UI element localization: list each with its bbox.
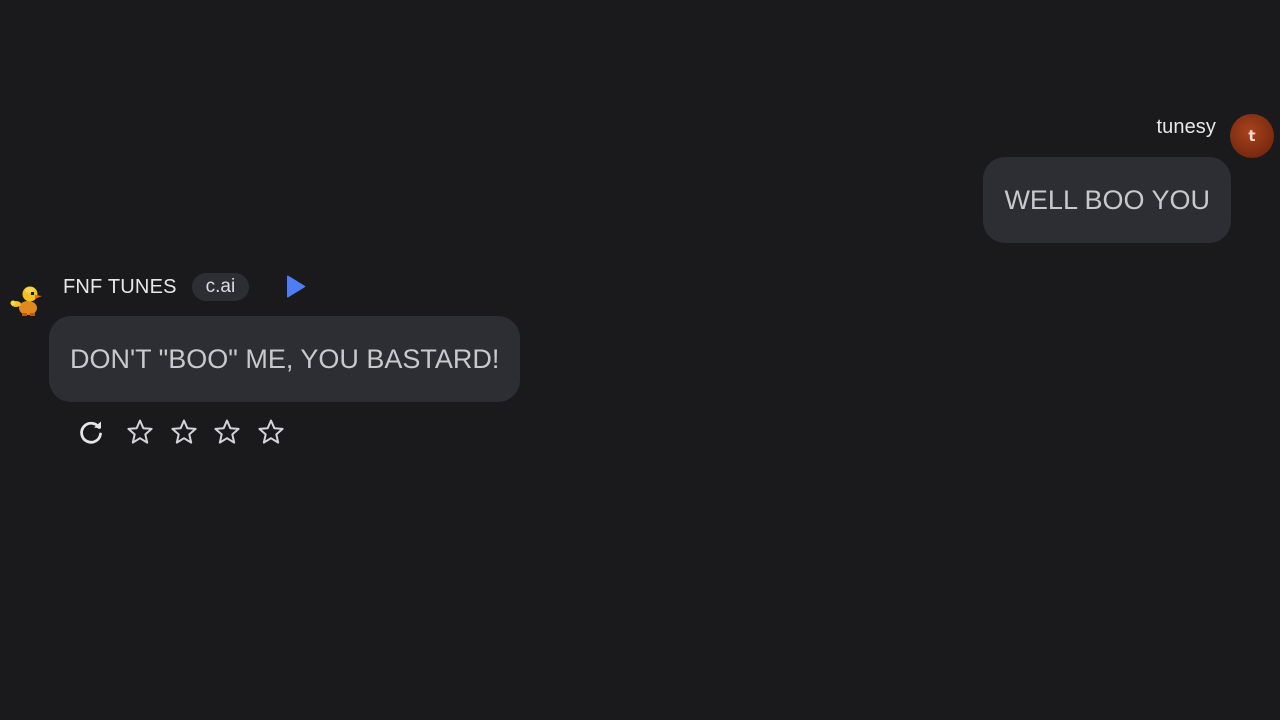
rating-stars [125, 417, 299, 447]
star-rating-4[interactable] [256, 417, 286, 447]
star-rating-2[interactable] [169, 417, 199, 447]
user-message-text: WELL BOO YOU [1004, 184, 1210, 215]
user-message-bubble: WELL BOO YOU [983, 157, 1231, 243]
bot-message-bubble: DON'T "BOO" ME, YOU BASTARD! [49, 316, 521, 402]
play-button[interactable] [283, 274, 307, 300]
bot-header: FNF TUNES c.ai [63, 272, 307, 302]
play-icon [287, 275, 306, 298]
user-avatar[interactable]: t [1230, 114, 1274, 158]
avatar-initial: t [1248, 127, 1256, 145]
bot-name[interactable]: FNF TUNES [63, 276, 177, 299]
regenerate-button[interactable] [76, 417, 106, 447]
star-outline-icon [257, 419, 284, 444]
bot-message-text: DON'T "BOO" ME, YOU BASTARD! [70, 343, 500, 374]
star-outline-icon [214, 419, 240, 444]
star-outline-icon [170, 419, 197, 444]
star-rating-1[interactable] [125, 417, 155, 447]
chat-view: tunesy t WELL BOO YOU FNF TUNES c.ai DON… [0, 0, 1280, 720]
duck-character-icon[interactable] [8, 283, 44, 317]
bot-badge: c.ai [191, 273, 250, 301]
message-actions [76, 416, 299, 448]
star-rating-3[interactable] [212, 417, 242, 447]
refresh-icon [80, 421, 102, 444]
user-name: tunesy [1156, 116, 1216, 138]
star-outline-icon [127, 419, 153, 444]
